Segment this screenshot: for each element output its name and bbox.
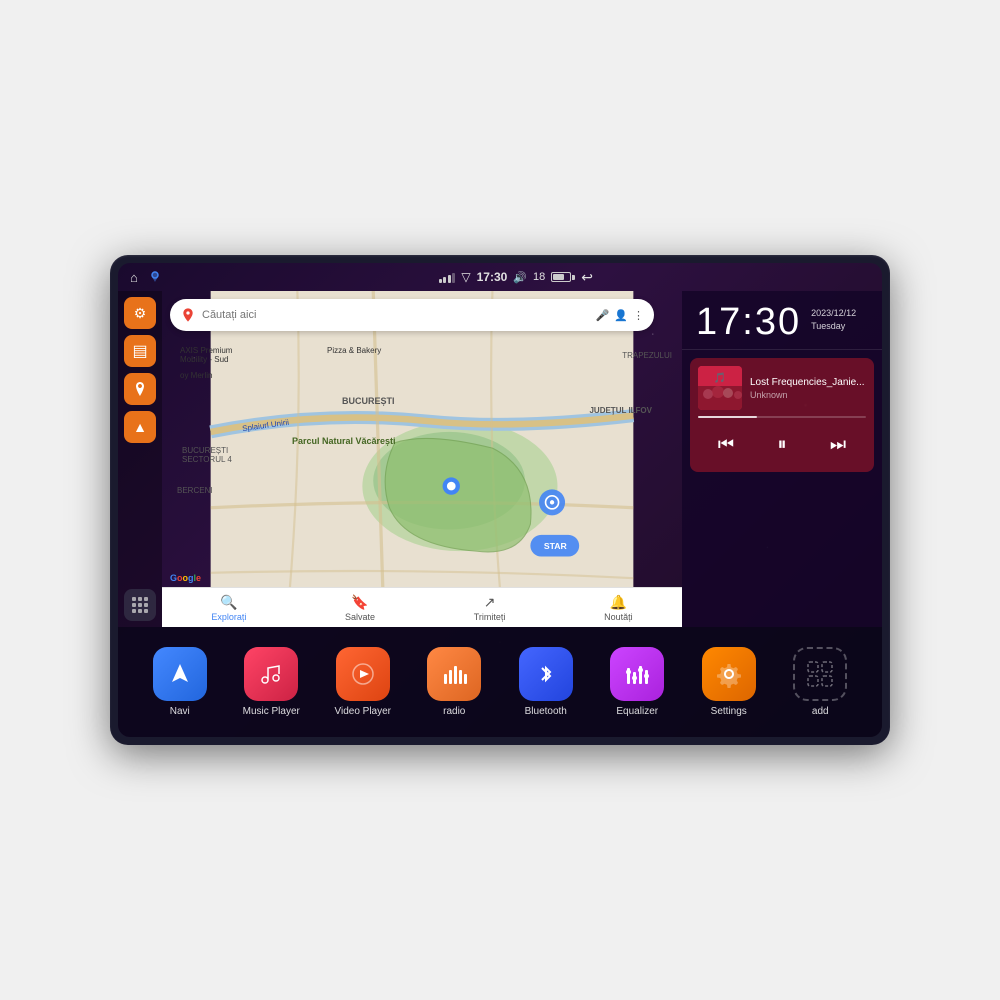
map-bottom-nav: 🔍 Explorați 🔖 Salvate ↗ Trimiteți 🔔 xyxy=(162,587,682,627)
music-info-row: 🎵 Lost Frequencies_Janie... Unknown xyxy=(698,366,866,410)
device-screen: ⌂ ▽ 17:30 xyxy=(118,263,882,737)
prev-button[interactable]: ⏮ xyxy=(708,426,744,462)
svg-text:🎵: 🎵 xyxy=(714,372,726,384)
navi-icon xyxy=(153,647,207,701)
map-search-input[interactable] xyxy=(202,309,590,321)
next-button[interactable]: ⏭ xyxy=(820,426,856,462)
equalizer-icon xyxy=(610,647,664,701)
main-content: ⚙ ▤ ▲ xyxy=(118,291,882,627)
bottom-dock: Navi Music Player Video Player xyxy=(118,627,882,737)
map-nav-saved[interactable]: 🔖 Salvate xyxy=(345,594,375,622)
map-search-icons: 🎤 👤 ⋮ xyxy=(596,309,644,322)
add-icon xyxy=(793,647,847,701)
svg-text:STAR: STAR xyxy=(544,541,568,551)
map-svg: STAR xyxy=(162,291,682,627)
battery-icon xyxy=(551,272,575,282)
app-video-player[interactable]: Video Player xyxy=(328,647,398,717)
bluetooth-label: Bluetooth xyxy=(525,706,567,717)
app-bluetooth[interactable]: Bluetooth xyxy=(511,647,581,717)
wifi-icon: ▽ xyxy=(461,270,470,284)
maps-icon[interactable] xyxy=(148,269,162,286)
album-art: 🎵 xyxy=(698,366,742,410)
app-add[interactable]: add xyxy=(785,647,855,717)
back-icon[interactable]: ↩ xyxy=(581,269,593,286)
map-nav-explore[interactable]: 🔍 Explorați xyxy=(211,594,246,622)
status-bar: ⌂ ▽ 17:30 xyxy=(118,263,882,291)
home-icon[interactable]: ⌂ xyxy=(130,270,138,285)
sidebar-files-btn[interactable]: ▤ xyxy=(124,335,156,367)
map-nav-share[interactable]: ↗ Trimiteți xyxy=(474,594,506,622)
song-artist: Unknown xyxy=(750,390,866,400)
mic-icon[interactable]: 🎤 xyxy=(596,309,610,322)
music-player-label: Music Player xyxy=(243,706,300,717)
music-text: Lost Frequencies_Janie... Unknown xyxy=(750,377,866,400)
sidebar-apps-btn[interactable] xyxy=(124,589,156,621)
right-panel: 17:30 2023/12/12 Tuesday xyxy=(682,291,882,627)
music-player-icon xyxy=(244,647,298,701)
clock-date: 2023/12/12 Tuesday xyxy=(811,303,856,332)
add-label: add xyxy=(812,706,829,717)
map-background: STAR BUCUREȘTI JUDEŢUL ILFOV BUCUREȘTISE… xyxy=(162,291,682,627)
status-left: ⌂ xyxy=(130,269,162,286)
clock-section: 17:30 2023/12/12 Tuesday xyxy=(682,291,882,350)
status-time: 17:30 xyxy=(477,270,508,284)
radio-icon xyxy=(427,647,481,701)
equalizer-label: Equalizer xyxy=(616,706,658,717)
music-progress-fill xyxy=(698,416,757,418)
music-controls: ⏮ ⏸ ⏭ xyxy=(698,424,866,464)
app-navi[interactable]: Navi xyxy=(145,647,215,717)
app-settings[interactable]: Settings xyxy=(694,647,764,717)
settings-icon xyxy=(702,647,756,701)
album-art-svg: 🎵 xyxy=(698,366,742,410)
map-nav-news[interactable]: 🔔 Noutăți xyxy=(604,594,633,622)
map-search-bar[interactable]: 🎤 👤 ⋮ xyxy=(170,299,654,331)
song-title: Lost Frequencies_Janie... xyxy=(750,377,866,388)
music-card: 🎵 Lost Frequencies_Janie... Unknown xyxy=(690,358,874,472)
radio-label: radio xyxy=(443,706,465,717)
video-player-label: Video Player xyxy=(334,706,391,717)
pause-button[interactable]: ⏸ xyxy=(764,426,800,462)
sidebar-location-btn[interactable] xyxy=(124,373,156,405)
music-progress-bar[interactable] xyxy=(698,416,866,418)
app-radio[interactable]: radio xyxy=(419,647,489,717)
app-equalizer[interactable]: Equalizer xyxy=(602,647,672,717)
speaker-icon: 🔊 xyxy=(513,271,527,284)
sidebar-nav-btn[interactable]: ▲ xyxy=(124,411,156,443)
navi-label: Navi xyxy=(170,706,190,717)
clock-time: 17:30 xyxy=(696,303,801,341)
video-player-icon xyxy=(336,647,390,701)
account-icon[interactable]: 👤 xyxy=(614,309,628,322)
bluetooth-icon xyxy=(519,647,573,701)
google-maps-logo xyxy=(180,307,196,323)
more-icon[interactable]: ⋮ xyxy=(633,309,644,322)
music-section: 🎵 Lost Frequencies_Janie... Unknown xyxy=(682,350,882,627)
device: ⌂ ▽ 17:30 xyxy=(110,255,890,745)
battery-number: 18 xyxy=(533,271,545,283)
app-music-player[interactable]: Music Player xyxy=(236,647,306,717)
signal-icon xyxy=(439,271,456,283)
sidebar-settings-btn[interactable]: ⚙ xyxy=(124,297,156,329)
status-center: ▽ 17:30 🔊 18 ↩ xyxy=(439,269,593,286)
map-area[interactable]: STAR BUCUREȘTI JUDEŢUL ILFOV BUCUREȘTISE… xyxy=(162,291,682,627)
left-sidebar: ⚙ ▤ ▲ xyxy=(118,291,162,627)
settings-label: Settings xyxy=(711,706,747,717)
